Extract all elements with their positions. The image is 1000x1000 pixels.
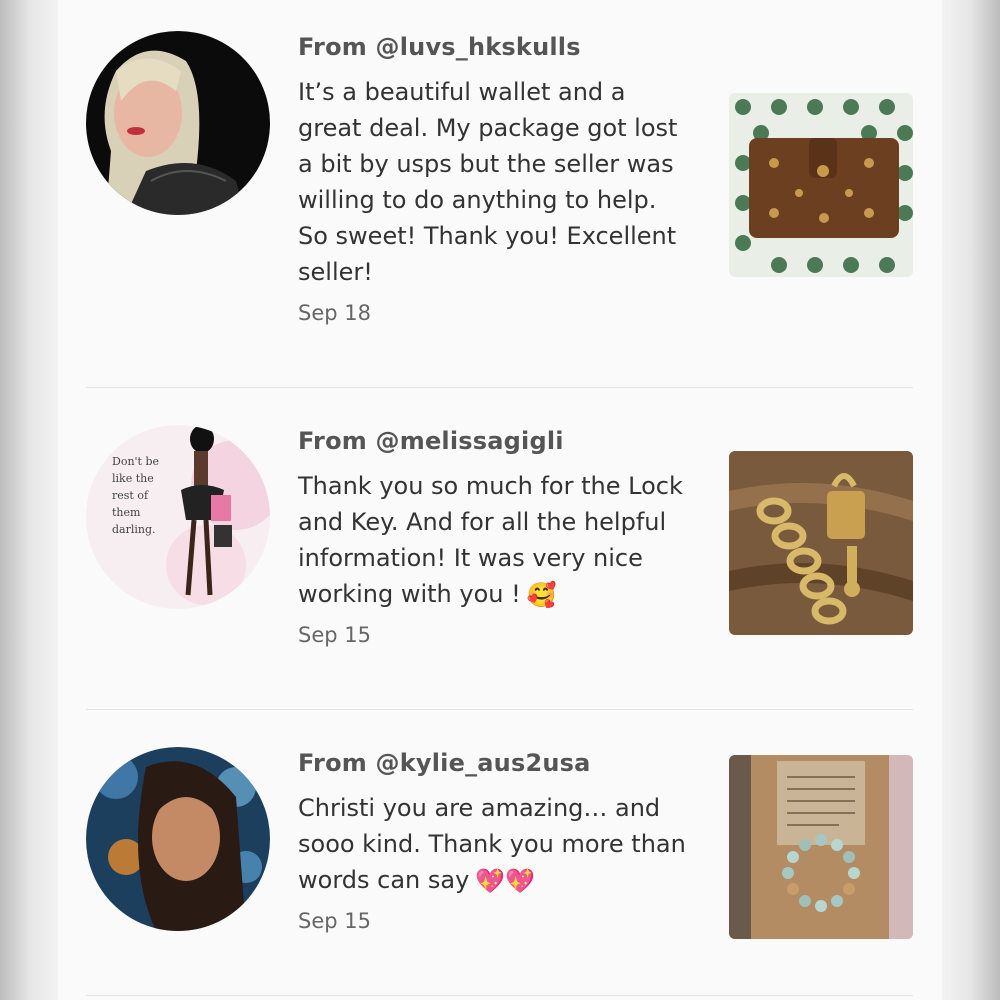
svg-text:darling.: darling. — [112, 523, 156, 536]
review-text: Christi you are amazing… and sooo kind. … — [298, 790, 688, 899]
review-date: Sep 15 — [298, 623, 371, 647]
sparkling-hearts-emoji-icon: 💖💖 — [475, 867, 536, 895]
divider — [86, 995, 913, 996]
wallet-photo-icon[interactable] — [729, 93, 913, 277]
review-card: Don't be like the rest of them darling. … — [58, 388, 942, 709]
review-username[interactable]: From @luvs_hkskulls — [298, 33, 581, 61]
review-text: It’s a beautiful wallet and a great deal… — [298, 78, 678, 286]
review-username[interactable]: From @kylie_aus2usa — [298, 749, 591, 777]
user-avatar-icon[interactable] — [86, 31, 270, 215]
review-text-content: Thank you so much for the Lock and Key. … — [298, 472, 683, 608]
review-date: Sep 15 — [298, 909, 371, 933]
lock-key-photo-icon[interactable] — [729, 451, 913, 635]
review-card: From @luvs_hkskulls It’s a beautiful wal… — [58, 0, 942, 387]
svg-text:Don't be: Don't be — [112, 455, 159, 468]
bracelet-photo-icon[interactable] — [729, 755, 913, 939]
review-username[interactable]: From @melissagigli — [298, 427, 564, 455]
smiling-hearts-emoji-icon: 🥰 — [526, 581, 557, 609]
svg-text:like the: like the — [112, 472, 154, 485]
review-card: From @kylie_aus2usa Christi you are amaz… — [58, 710, 942, 1000]
svg-text:them: them — [112, 506, 141, 519]
user-avatar-icon[interactable] — [86, 747, 270, 931]
reviews-panel: From @luvs_hkskulls It’s a beautiful wal… — [58, 0, 942, 1000]
svg-text:rest of: rest of — [112, 489, 149, 502]
fashion-illustration-avatar-icon[interactable]: Don't be like the rest of them darling. — [86, 425, 270, 609]
review-text: Thank you so much for the Lock and Key. … — [298, 468, 688, 613]
review-date: Sep 18 — [298, 301, 371, 325]
